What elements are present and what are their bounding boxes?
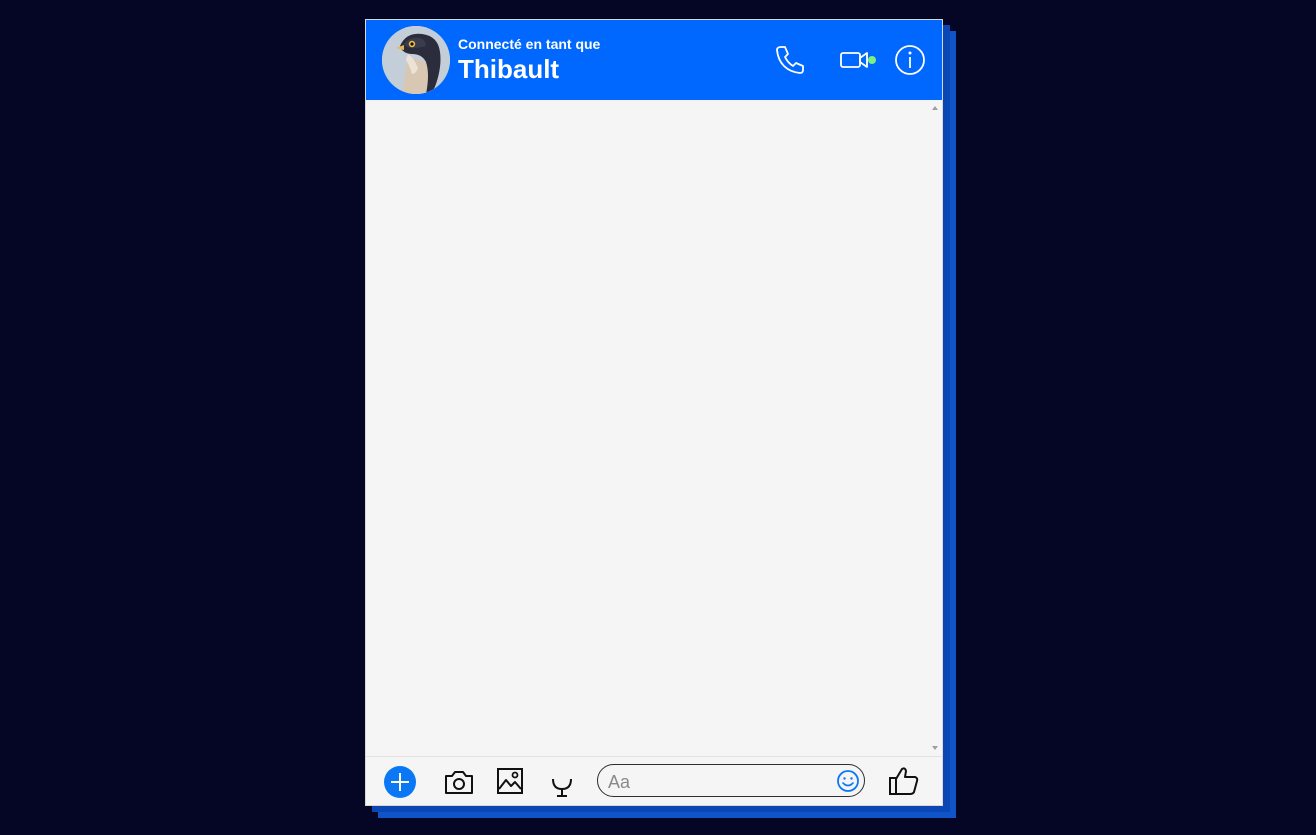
call-button[interactable] [772, 42, 808, 78]
connected-as-label: Connecté en tant que [458, 36, 601, 52]
message-input[interactable] [606, 769, 830, 795]
composer-bar [366, 756, 942, 805]
thumbs-up-icon [889, 767, 919, 795]
camera-button[interactable] [442, 765, 476, 799]
info-icon [895, 45, 925, 75]
image-icon [497, 768, 523, 794]
like-button[interactable] [886, 763, 922, 799]
avatar[interactable] [382, 26, 450, 94]
add-button[interactable] [384, 766, 416, 798]
chat-header: Connecté en tant que Thibault [366, 20, 942, 100]
info-button[interactable] [892, 42, 928, 78]
microphone-icon [552, 778, 572, 797]
audio-button[interactable] [548, 769, 576, 799]
phone-icon [776, 46, 804, 74]
plus-icon [391, 773, 409, 791]
username: Thibault [458, 54, 560, 84]
emoji-button[interactable] [836, 769, 860, 793]
scroll-up-arrow[interactable] [932, 106, 938, 110]
message-list[interactable] [366, 100, 942, 756]
online-status-dot [868, 56, 876, 64]
chat-window: Connecté en tant que Thibault [365, 19, 943, 806]
image-button[interactable] [494, 765, 526, 797]
camera-icon [445, 771, 473, 794]
scroll-down-arrow[interactable] [932, 746, 938, 750]
smiley-icon [837, 770, 859, 792]
message-input-container[interactable] [597, 764, 865, 797]
